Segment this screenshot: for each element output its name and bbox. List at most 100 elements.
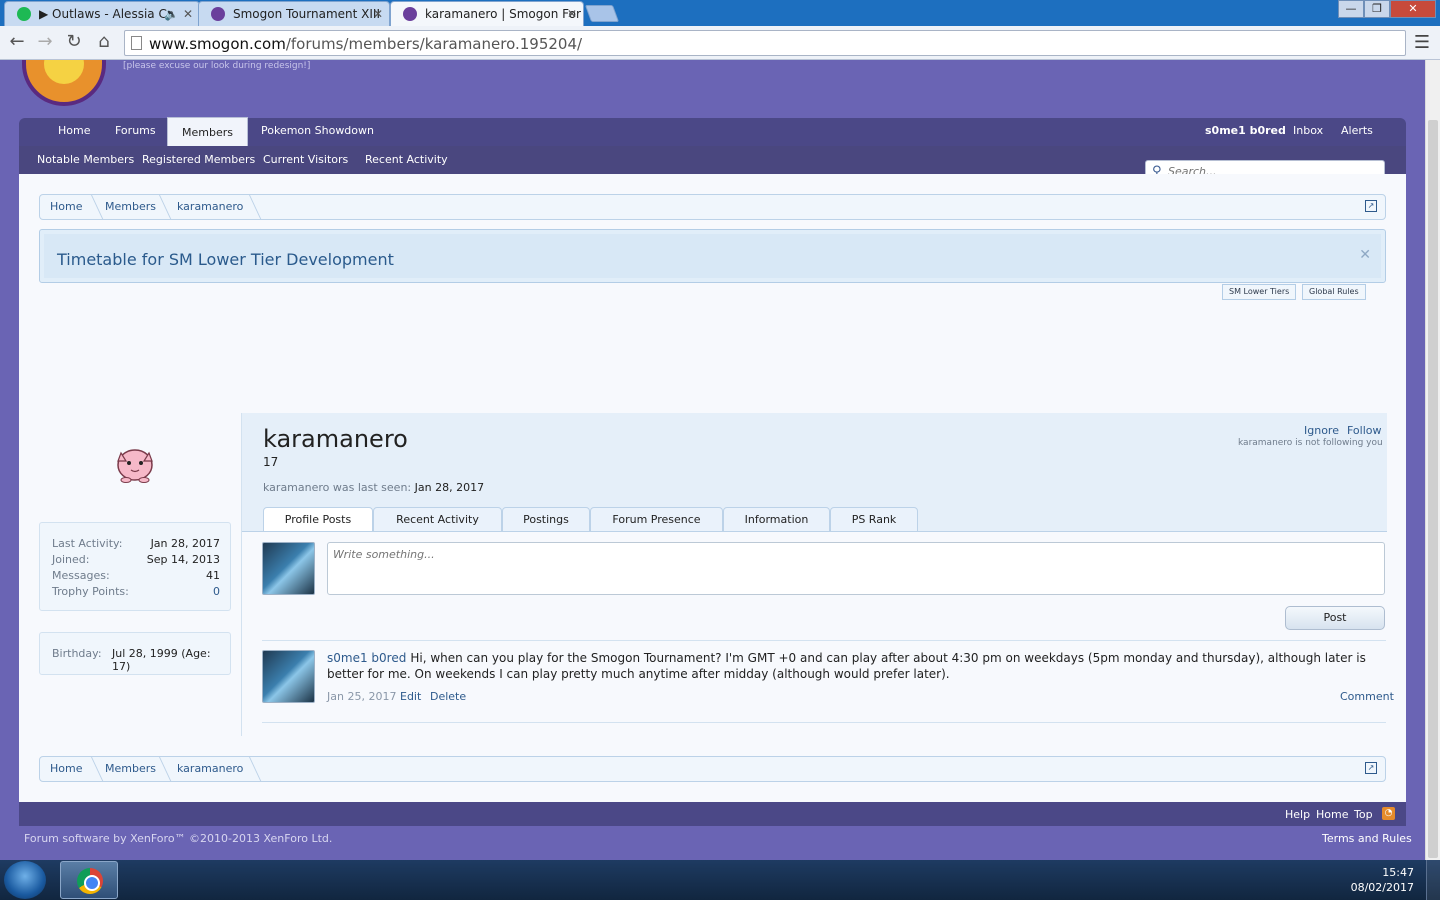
rss-icon[interactable]: ◔ [1382, 807, 1395, 820]
divider [262, 722, 1386, 723]
message-author-link[interactable]: s0me1 b0red [327, 651, 406, 665]
tab-recent-activity[interactable]: Recent Activity [373, 507, 502, 532]
post-button[interactable]: Post [1285, 606, 1385, 630]
nav-alerts[interactable]: Alerts [1341, 118, 1373, 146]
speaker-icon: 🔈 [164, 7, 179, 21]
tab-postings[interactable]: Postings [502, 507, 590, 532]
own-avatar-thumbnail[interactable] [262, 542, 315, 595]
breadcrumb-karamanero[interactable]: karamanero [177, 757, 243, 781]
url-host: www.smogon.com [149, 35, 286, 53]
browser-tab-profile[interactable]: karamanero | Smogon For ✕ [390, 1, 584, 26]
tab-ps-rank[interactable]: PS Rank [830, 507, 918, 532]
last-seen-value: Jan 28, 2017 [414, 481, 485, 494]
new-tab-button[interactable] [584, 5, 620, 22]
forward-arrow-icon[interactable]: → [34, 31, 56, 52]
chrome-icon [77, 868, 103, 894]
maximize-icon[interactable]: ❐ [1364, 0, 1390, 18]
browser-tab-tournament[interactable]: Smogon Tournament XIII ✕ [198, 1, 390, 26]
message-author-avatar[interactable] [262, 650, 315, 703]
nav-members[interactable]: Members [167, 117, 248, 147]
breadcrumb-home[interactable]: Home [50, 757, 82, 781]
profile-post-message: s0me1 b0red Hi, when can you play for the… [327, 650, 1383, 682]
subnav-current-visitors[interactable]: Current Visitors [263, 153, 348, 166]
clock-time: 15:47 [1382, 866, 1414, 879]
breadcrumb-bottom: Home Members karamanero ↗ [39, 756, 1386, 782]
notice-body: Timetable for SM Lower Tier Development … [44, 234, 1381, 278]
stat-row: Messages: 41 [52, 569, 220, 585]
footer-terms-link[interactable]: Terms and Rules [1322, 832, 1412, 845]
subnav-registered-members[interactable]: Registered Members [142, 153, 255, 166]
window-close-icon[interactable]: ✕ [1390, 0, 1436, 18]
notice-title[interactable]: Timetable for SM Lower Tier Development [57, 250, 394, 269]
subnav-recent-activity[interactable]: Recent Activity [365, 153, 448, 166]
address-bar[interactable]: www.smogon.com/forums/members/karamanero… [124, 30, 1406, 56]
footer-copyright: Forum software by XenForo™ ©2010-2013 Xe… [24, 832, 333, 845]
subnav-notable-members[interactable]: Notable Members [37, 153, 134, 166]
smogon-logo[interactable] [18, 60, 110, 110]
nav-inbox[interactable]: Inbox [1293, 118, 1323, 146]
hamburger-menu-icon[interactable]: ☰ [1414, 32, 1430, 53]
birthday-box: Birthday: Jul 28, 1999 (Age: 17) [39, 632, 231, 675]
clock-date: 08/02/2017 [1350, 881, 1414, 894]
jump-icon[interactable]: ↗ [1365, 200, 1377, 212]
windows-taskbar: 15:47 08/02/2017 [0, 860, 1440, 900]
browser-tab-spotify[interactable]: ▶ Outlaws - Alessia Ca 🔈 ✕ [4, 1, 200, 26]
profile-post-input[interactable] [327, 542, 1385, 595]
delete-link[interactable]: Delete [430, 690, 466, 703]
tab-information[interactable]: Information [723, 507, 830, 532]
breadcrumb-home[interactable]: Home [50, 195, 82, 219]
stat-value: Sep 14, 2013 [146, 553, 220, 566]
notice-close-icon[interactable]: ✕ [1359, 247, 1371, 263]
system-clock[interactable]: 15:47 08/02/2017 [1351, 865, 1414, 895]
window-controls: — ❐ ✕ [1338, 0, 1436, 18]
comment-link[interactable]: Comment [1340, 690, 1394, 703]
follow-link[interactable]: Follow [1347, 424, 1382, 437]
logo-shield [22, 60, 106, 106]
nav-home[interactable]: Home [58, 118, 90, 146]
minimize-icon[interactable]: — [1338, 0, 1364, 18]
jump-icon[interactable]: ↗ [1365, 762, 1377, 774]
trophy-points-link[interactable]: 0 [213, 585, 220, 598]
tab-title: ▶ Outlaws - Alessia Ca [39, 7, 175, 21]
scrollbar-thumb[interactable] [1428, 120, 1438, 858]
tab-profile-posts[interactable]: Profile Posts [263, 507, 373, 532]
footer-home-link[interactable]: Home [1316, 808, 1348, 821]
message-text: Hi, when can you play for the Smogon Tou… [327, 651, 1366, 681]
spotify-icon [17, 7, 31, 21]
stat-value: 41 [206, 569, 220, 582]
birthday-value: Jul 28, 1999 (Age: 17) [112, 647, 211, 673]
footer-help-link[interactable]: Help [1285, 808, 1310, 821]
notice-tab-global-rules[interactable]: Global Rules [1302, 284, 1366, 300]
breadcrumb: Home Members karamanero ↗ [39, 194, 1386, 220]
message-date[interactable]: Jan 25, 2017 [327, 690, 396, 703]
tab-title: Smogon Tournament XIII [233, 7, 380, 21]
close-icon[interactable]: ✕ [567, 2, 577, 26]
ignore-link[interactable]: Ignore [1304, 424, 1339, 437]
stat-row: Last Activity: Jan 28, 2017 [52, 537, 220, 553]
breadcrumb-karamanero[interactable]: karamanero [177, 195, 243, 219]
profile-header: karamanero 17 karamanero was last seen: … [242, 413, 1387, 532]
notice-tab-sm-lower-tiers[interactable]: SM Lower Tiers [1222, 284, 1297, 300]
nav-pokemon-showdown[interactable]: Pokemon Showdown [261, 118, 374, 146]
divider [262, 640, 1386, 641]
footer-top-link[interactable]: Top [1354, 808, 1373, 821]
nav-user-account[interactable]: s0me1 b0red [1205, 118, 1286, 146]
close-icon[interactable]: ✕ [183, 2, 193, 26]
windows-start-button[interactable] [4, 861, 46, 899]
taskbar-chrome-button[interactable] [60, 861, 118, 899]
close-icon[interactable]: ✕ [373, 2, 383, 26]
nav-forums[interactable]: Forums [115, 118, 156, 146]
footer-bar: Help Home Top [19, 802, 1406, 826]
user-avatar[interactable] [112, 441, 158, 483]
page-scrollbar[interactable] [1425, 60, 1440, 860]
tab-forum-presence[interactable]: Forum Presence [590, 507, 723, 532]
back-arrow-icon[interactable]: ← [6, 31, 28, 52]
show-desktop-button[interactable] [1426, 860, 1440, 900]
browser-tab-bar: ▶ Outlaws - Alessia Ca 🔈 ✕ Smogon Tourna… [0, 0, 1440, 26]
edit-link[interactable]: Edit [400, 690, 421, 703]
reload-icon[interactable]: ↻ [63, 31, 85, 52]
home-icon[interactable]: ⌂ [93, 31, 115, 52]
last-seen: karamanero was last seen: Jan 28, 2017 [263, 481, 484, 494]
stat-row: Joined: Sep 14, 2013 [52, 553, 220, 569]
stat-value: Jan 28, 2017 [150, 537, 220, 550]
